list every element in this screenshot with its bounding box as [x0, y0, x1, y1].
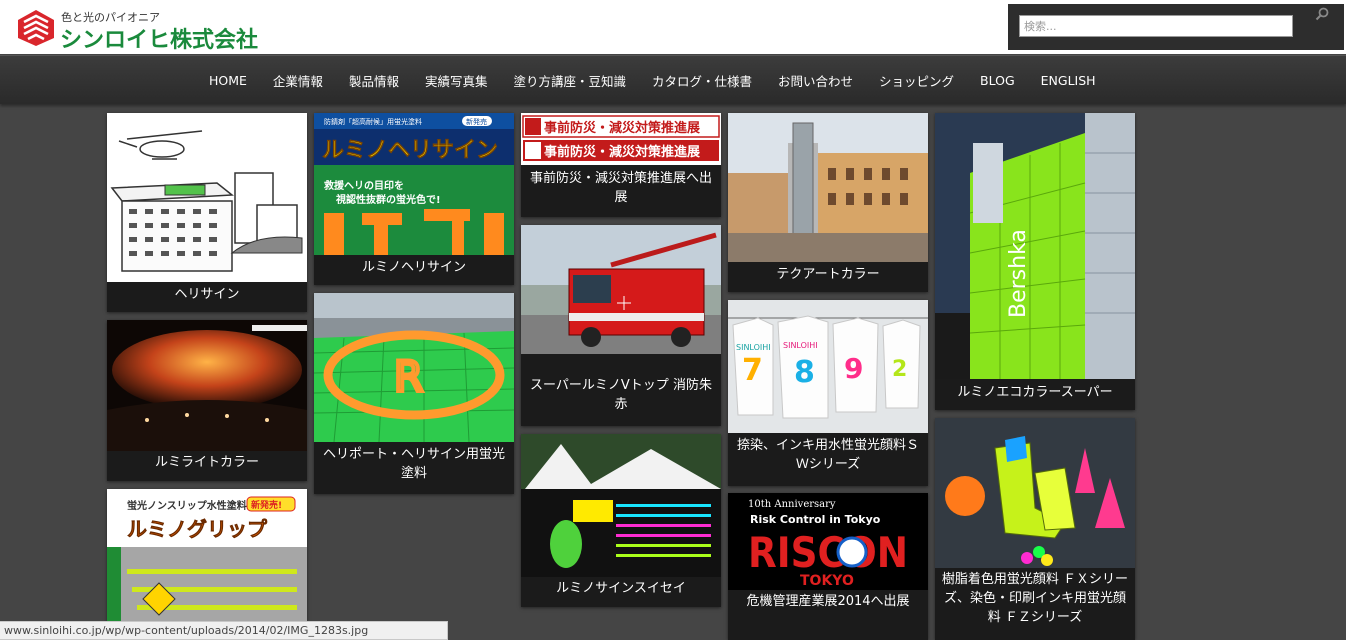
lumino-banner-sub: 防錆剤「超高耐候」用蛍光塗料: [324, 117, 422, 126]
search-icon[interactable]: [1314, 6, 1330, 22]
tile-image: [107, 113, 307, 282]
main-nav: HOME 企業情報 製品情報 実績写真集 塗り方講座・豆知識 カタログ・仕様書 …: [0, 55, 1346, 104]
tile-image: [728, 113, 928, 262]
tile-caption: 事前防災・減災対策推進展へ出展: [529, 171, 712, 205]
svg-text:9: 9: [844, 352, 863, 385]
tile-signs[interactable]: ルミノサインスイセイ: [521, 434, 721, 607]
nav-item-painting-guide[interactable]: 塗り方講座・豆知識: [500, 71, 639, 90]
tile-caption: 樹脂着色用蛍光顔料 ＦＸシリーズ、染色・印刷インキ用蛍光顔料 ＦＺシリーズ: [941, 572, 1129, 625]
tile-heliport[interactable]: R ヘリポート・ヘリサイン用蛍光塗料: [314, 293, 514, 494]
tile-caption: テクアートカラー: [776, 267, 880, 282]
shirt-text: SINLOIHI: [736, 343, 771, 352]
tile-caption: ヘリサイン: [174, 287, 240, 302]
tile-image: 蛍光ノンスリップ水性塗料 新発売! ルミノグリップ: [107, 489, 307, 640]
svg-text:2: 2: [892, 357, 907, 382]
bousai-banner-line-1: 事前防災・減災対策推進展: [544, 120, 701, 136]
bousai-banner-line-2: 事前防災・減災対策推進展: [544, 144, 701, 160]
tile-caption: ルミライトカラー: [154, 455, 259, 470]
tile-image: 事前防災・減災対策推進展 事前防災・減災対策推進展: [521, 113, 721, 165]
shirt-text: SINLOIHI: [783, 341, 818, 350]
tile-bershka[interactable]: Bershka ルミノエコカラースーパー: [935, 113, 1135, 410]
riscon-tagline: Risk Control in Tokyo: [750, 513, 881, 526]
grip-banner-sub: 蛍光ノンスリップ水性塗料: [127, 499, 247, 512]
lumino-banner-copy2: 視認性抜群の蛍光色で!: [335, 193, 441, 206]
tile-tecart[interactable]: テクアートカラー: [728, 113, 928, 292]
tile-image: 防錆剤「超高耐候」用蛍光塗料 新発売 ルミノヘリサイン 救援ヘリの目印を 視認性…: [314, 113, 514, 255]
lumino-banner-copy1: 救援ヘリの目印を: [324, 179, 404, 192]
nav-menu: HOME 企業情報 製品情報 実績写真集 塗り方講座・豆知識 カタログ・仕様書 …: [196, 56, 1109, 104]
browser-status-url: www.sinloihi.co.jp/wp/wp-content/uploads…: [0, 621, 448, 640]
nav-item-gallery[interactable]: 実績写真集: [412, 71, 501, 90]
riscon-anniversary: 10th Anniversary: [748, 499, 836, 510]
tile-image: [521, 434, 721, 577]
tile-caption: ルミノサインスイセイ: [556, 581, 686, 596]
bershka-sign: Bershka: [1006, 229, 1031, 318]
tile-image: 10th Anniversary Risk Control in Tokyo R…: [728, 493, 928, 590]
site-logo[interactable]: 色と光のパイオニア シンロイヒ株式会社: [16, 7, 276, 53]
tile-image: SINLOIHI SINLOIHI 7 8 9 2: [728, 300, 928, 433]
tile-tshirts[interactable]: SINLOIHI SINLOIHI 7 8 9 2 捺染、インキ用水性蛍光顔料Ｓ…: [728, 300, 928, 486]
search-input[interactable]: [1019, 15, 1293, 37]
tile-image: [935, 418, 1135, 568]
site-header: 色と光のパイオニア シンロイヒ株式会社: [0, 0, 1346, 54]
nav-item-home[interactable]: HOME: [196, 73, 260, 88]
search-box: [1008, 4, 1344, 50]
tile-bousai-expo[interactable]: 事前防災・減災対策推進展 事前防災・減災対策推進展 事前防災・減災対策推進展へ出…: [521, 113, 721, 217]
tile-caption: スーパールミノVトップ 消防朱赤: [530, 378, 712, 412]
svg-text:8: 8: [794, 355, 815, 390]
tile-caption: ルミノヘリサイン: [361, 260, 466, 275]
logo-mark-icon: [18, 10, 54, 46]
nav-item-blog[interactable]: BLOG: [967, 73, 1028, 88]
tile-image: [521, 225, 721, 354]
tile-caption: ルミノエコカラースーパー: [957, 385, 1113, 400]
nav-item-company[interactable]: 企業情報: [260, 71, 336, 90]
nav-item-products[interactable]: 製品情報: [336, 71, 412, 90]
nav-item-shopping[interactable]: ショッピング: [866, 71, 967, 90]
lumino-banner-title: ルミノヘリサイン: [322, 138, 498, 163]
svg-text:7: 7: [742, 353, 763, 388]
tile-heli-sign[interactable]: ヘリサイン: [107, 113, 307, 312]
tile-lumi-light[interactable]: ルミライトカラー: [107, 320, 307, 481]
tile-fire-truck[interactable]: スーパールミノVトップ 消防朱赤: [521, 225, 721, 426]
nav-item-contact[interactable]: お問い合わせ: [765, 71, 866, 90]
riscon-city: TOKYO: [800, 573, 854, 589]
tile-lumi-grip[interactable]: 蛍光ノンスリップ水性塗料 新発売! ルミノグリップ: [107, 489, 307, 640]
lumino-banner-new: 新発売: [466, 117, 487, 126]
riscon-logo: RISCON: [748, 528, 908, 577]
tile-image: R: [314, 293, 514, 442]
grip-banner-new: 新発売!: [251, 499, 282, 511]
tile-resin-pigment[interactable]: 樹脂着色用蛍光顔料 ＦＸシリーズ、染色・印刷インキ用蛍光顔料 ＦＺシリーズ: [935, 418, 1135, 640]
nav-item-catalog[interactable]: カタログ・仕様書: [639, 71, 765, 90]
tile-image: [107, 320, 307, 451]
tile-caption: 危機管理産業展2014へ出展: [746, 594, 910, 609]
tile-riscon[interactable]: 10th Anniversary Risk Control in Tokyo R…: [728, 493, 928, 640]
logo-company-name: シンロイヒ株式会社: [60, 28, 259, 53]
tile-caption: 捺染、インキ用水性蛍光顔料ＳＷシリーズ: [736, 438, 919, 472]
tile-lumino-heli-sign[interactable]: 防錆剤「超高耐候」用蛍光塗料 新発売 ルミノヘリサイン 救援ヘリの目印を 視認性…: [314, 113, 514, 285]
tile-caption: ヘリポート・ヘリサイン用蛍光塗料: [322, 447, 505, 481]
tile-image: Bershka: [935, 113, 1135, 379]
svg-text:R: R: [394, 352, 423, 401]
nav-item-english[interactable]: ENGLISH: [1028, 73, 1109, 88]
grip-banner-title: ルミノグリップ: [127, 517, 268, 541]
